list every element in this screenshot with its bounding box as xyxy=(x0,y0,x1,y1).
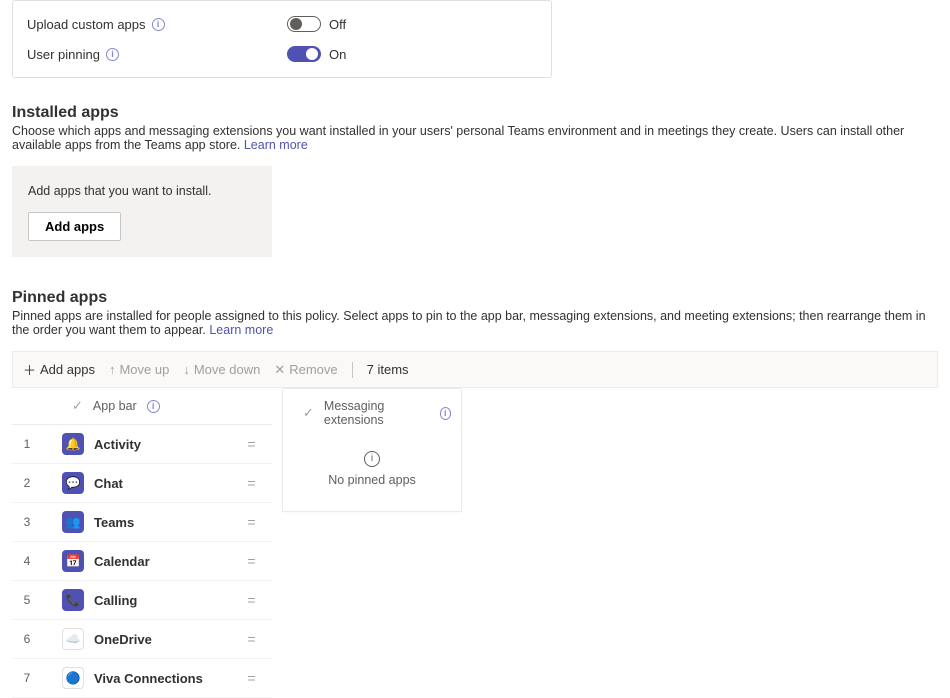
app-name: Teams xyxy=(94,515,134,530)
pinned-apps-lists: ✓ App bar i 1 🔔 Activity = 2 💬 Chat = 3 👥 Teams = 4 📅… xyxy=(12,388,938,698)
row-index: 5 xyxy=(12,593,42,607)
user-pinning-toggle[interactable] xyxy=(287,46,321,62)
drag-handle-icon[interactable]: = xyxy=(242,436,262,452)
app-icon: 👥 xyxy=(62,511,84,533)
arrow-up-icon: ↑ xyxy=(109,362,116,377)
upload-custom-apps-toggle[interactable] xyxy=(287,16,321,32)
row-index: 7 xyxy=(12,671,42,685)
app-icon: 💬 xyxy=(62,472,84,494)
drag-handle-icon[interactable]: = xyxy=(242,475,262,491)
table-row[interactable]: 5 📞 Calling = xyxy=(12,581,272,620)
info-icon[interactable]: i xyxy=(152,18,165,31)
settings-panel: Upload custom apps i Off User pinning i … xyxy=(12,0,552,78)
row-index: 2 xyxy=(12,476,42,490)
plus-icon: ＋ xyxy=(23,360,36,379)
app-icon: ☁️ xyxy=(62,628,84,650)
installed-learn-more-link[interactable]: Learn more xyxy=(244,138,308,152)
row-index: 4 xyxy=(12,554,42,568)
user-pinning-row: User pinning i On xyxy=(27,39,537,69)
upload-custom-apps-row: Upload custom apps i Off xyxy=(27,9,537,39)
app-bar-list: ✓ App bar i 1 🔔 Activity = 2 💬 Chat = 3 👥 Teams = 4 📅… xyxy=(12,388,272,698)
pinned-learn-more-link[interactable]: Learn more xyxy=(209,323,273,337)
installed-apps-title: Installed apps xyxy=(12,104,938,122)
table-row[interactable]: 4 📅 Calendar = xyxy=(12,542,272,581)
info-icon[interactable]: i xyxy=(106,48,119,61)
remove-command[interactable]: ✕ Remove xyxy=(274,362,337,378)
messaging-extensions-empty: i No pinned apps xyxy=(283,437,461,511)
messaging-extensions-header[interactable]: ✓ Messaging extensions i xyxy=(283,389,461,437)
upload-custom-apps-state: Off xyxy=(329,17,346,32)
app-name: Activity xyxy=(94,437,141,452)
item-count: 7 items xyxy=(367,362,409,377)
app-icon: 📞 xyxy=(62,589,84,611)
user-pinning-state: On xyxy=(329,47,346,62)
info-icon[interactable]: i xyxy=(440,407,451,420)
close-icon: ✕ xyxy=(274,362,285,378)
info-icon: i xyxy=(364,451,380,467)
app-name: Viva Connections xyxy=(94,671,203,686)
app-name: OneDrive xyxy=(94,632,152,647)
info-icon[interactable]: i xyxy=(147,400,160,413)
row-index: 1 xyxy=(12,437,42,451)
toolbar-divider xyxy=(352,362,353,378)
upload-custom-apps-label: Upload custom apps xyxy=(27,17,146,32)
table-row[interactable]: 3 👥 Teams = xyxy=(12,503,272,542)
app-name: Calendar xyxy=(94,554,150,569)
installed-apps-desc: Choose which apps and messaging extensio… xyxy=(12,124,938,152)
pinned-apps-title: Pinned apps xyxy=(12,289,938,307)
drag-handle-icon[interactable]: = xyxy=(242,514,262,530)
row-index: 6 xyxy=(12,632,42,646)
drag-handle-icon[interactable]: = xyxy=(242,631,262,647)
table-row[interactable]: 1 🔔 Activity = xyxy=(12,425,272,464)
table-row[interactable]: 7 🔵 Viva Connections = xyxy=(12,659,272,698)
pinned-apps-toolbar: ＋ Add apps ↑ Move up ↓ Move down ✕ Remov… xyxy=(12,351,938,388)
app-name: Chat xyxy=(94,476,123,491)
move-down-command[interactable]: ↓ Move down xyxy=(183,362,260,377)
pinned-apps-desc: Pinned apps are installed for people ass… xyxy=(12,309,938,337)
messaging-extensions-list: ✓ Messaging extensions i i No pinned app… xyxy=(282,388,462,512)
add-apps-command[interactable]: ＋ Add apps xyxy=(23,360,95,379)
install-apps-box: Add apps that you want to install. Add a… xyxy=(12,166,272,257)
move-up-command[interactable]: ↑ Move up xyxy=(109,362,169,377)
app-name: Calling xyxy=(94,593,137,608)
drag-handle-icon[interactable]: = xyxy=(242,670,262,686)
app-bar-header[interactable]: ✓ App bar i xyxy=(12,388,272,425)
install-prompt: Add apps that you want to install. xyxy=(28,184,256,198)
app-icon: 🔔 xyxy=(62,433,84,455)
check-icon: ✓ xyxy=(303,405,314,421)
drag-handle-icon[interactable]: = xyxy=(242,592,262,608)
app-icon: 📅 xyxy=(62,550,84,572)
row-index: 3 xyxy=(12,515,42,529)
drag-handle-icon[interactable]: = xyxy=(242,553,262,569)
add-apps-button[interactable]: Add apps xyxy=(28,212,121,241)
check-icon: ✓ xyxy=(72,398,83,414)
user-pinning-label: User pinning xyxy=(27,47,100,62)
table-row[interactable]: 6 ☁️ OneDrive = xyxy=(12,620,272,659)
table-row[interactable]: 2 💬 Chat = xyxy=(12,464,272,503)
app-icon: 🔵 xyxy=(62,667,84,689)
arrow-down-icon: ↓ xyxy=(183,362,190,377)
